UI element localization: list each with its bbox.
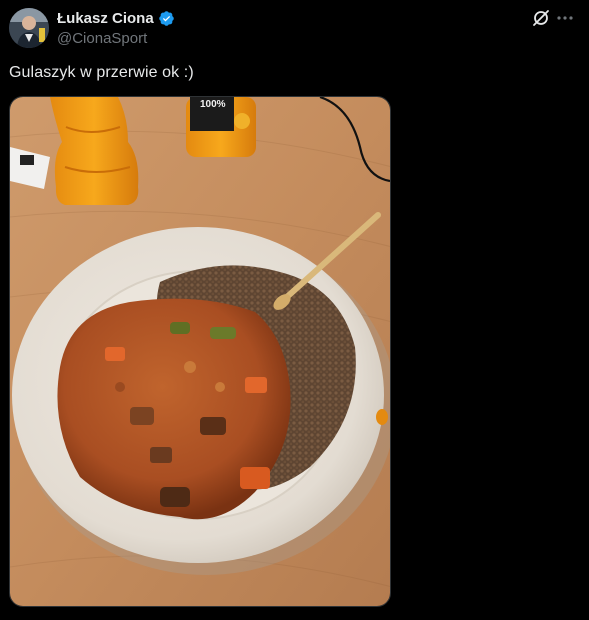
tweet-text: Gulaszyk w przerwie ok :) (9, 64, 194, 81)
tweet-photo[interactable]: 100% (9, 96, 391, 607)
display-name[interactable]: Łukasz Ciona (57, 10, 154, 27)
tweet-header: Łukasz Ciona @CionaSport (9, 6, 581, 48)
avatar[interactable] (9, 8, 49, 48)
juice-bottle-right: 100% (186, 97, 256, 157)
handle[interactable]: @CionaSport (57, 30, 175, 47)
verified-badge-icon (158, 10, 175, 27)
author-names: Łukasz Ciona @CionaSport (57, 9, 175, 47)
more-dots-icon[interactable] (555, 8, 575, 28)
display-name-row: Łukasz Ciona (57, 9, 175, 27)
juice-drop (376, 409, 388, 425)
grok-icon[interactable] (531, 8, 551, 28)
bottle-label: 100% (200, 99, 226, 110)
